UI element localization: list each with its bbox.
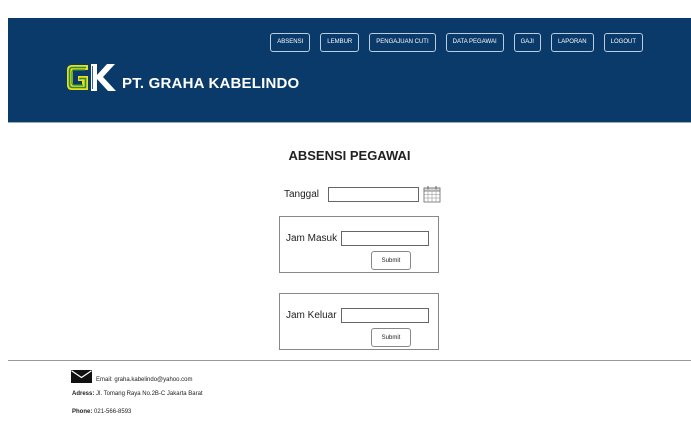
phone-value: 021-566-8593 bbox=[94, 409, 132, 415]
main-nav: ABSENSI LEMBUR PENGAJUAN CUTI DATA PEGAW… bbox=[270, 33, 643, 52]
brand: PT. GRAHA KABELINDO bbox=[64, 61, 299, 94]
envelope-icon bbox=[71, 370, 92, 383]
check-in-row: Jam Masuk bbox=[286, 231, 430, 246]
footer-email: Email: graha.kabelindo@yahoo.com bbox=[96, 377, 192, 383]
check-out-label: Jam Keluar bbox=[286, 310, 337, 321]
nav-laporan-button[interactable]: LAPORAN bbox=[550, 33, 594, 52]
nav-lembur-button[interactable]: LEMBUR bbox=[320, 33, 360, 52]
company-name: PT. GRAHA KABELINDO bbox=[122, 75, 300, 92]
nav-logout-button[interactable]: LOGOUT bbox=[603, 33, 643, 52]
nav-gaji-button[interactable]: GAJI bbox=[513, 33, 541, 52]
page-title: ABSENSI PEGAWAI bbox=[288, 148, 411, 163]
check-in-label: Jam Masuk bbox=[286, 233, 338, 244]
check-in-input[interactable] bbox=[341, 231, 430, 246]
footer-address: Adress: Jl. Tomang Raya No.2B-C Jakarta … bbox=[72, 391, 203, 397]
check-in-submit-button[interactable]: Submit bbox=[371, 251, 411, 270]
calendar-icon[interactable] bbox=[423, 185, 441, 203]
attendance-page: ABSENSI PEGAWAI Tanggal Jam Masuk Submit… bbox=[8, 123, 691, 360]
nav-pengajuan-cuti-button[interactable]: PENGAJUAN CUTI bbox=[369, 33, 436, 52]
email-key: Email: bbox=[96, 377, 113, 383]
phone-key: Phone: bbox=[72, 409, 93, 415]
date-row: Tanggal bbox=[284, 185, 441, 203]
address-value: Jl. Tomang Raya No.2B-C Jakarta Barat bbox=[96, 391, 203, 397]
nav-data-pegawai-button[interactable]: DATA PEGAWAI bbox=[445, 33, 504, 52]
gk-logo-icon bbox=[64, 61, 122, 94]
check-out-row: Jam Keluar bbox=[286, 308, 429, 323]
email-value: graha.kabelindo@yahoo.com bbox=[114, 377, 193, 383]
check-out-input[interactable] bbox=[340, 308, 429, 323]
check-out-submit-button[interactable]: Submit bbox=[371, 328, 411, 347]
header-bar: ABSENSI LEMBUR PENGAJUAN CUTI DATA PEGAW… bbox=[8, 18, 691, 123]
app-frame: ABSENSI LEMBUR PENGAJUAN CUTI DATA PEGAW… bbox=[8, 0, 691, 422]
footer: Email: graha.kabelindo@yahoo.com Adress:… bbox=[8, 360, 691, 422]
date-label: Tanggal bbox=[284, 188, 320, 200]
check-out-panel: Jam Keluar Submit bbox=[279, 293, 439, 350]
check-in-panel: Jam Masuk Submit bbox=[279, 216, 439, 273]
date-input[interactable] bbox=[328, 186, 420, 202]
footer-phone: Phone: 021-566-8593 bbox=[72, 409, 131, 415]
nav-absensi-button[interactable]: ABSENSI bbox=[270, 33, 311, 52]
address-key: Adress: bbox=[72, 391, 95, 397]
